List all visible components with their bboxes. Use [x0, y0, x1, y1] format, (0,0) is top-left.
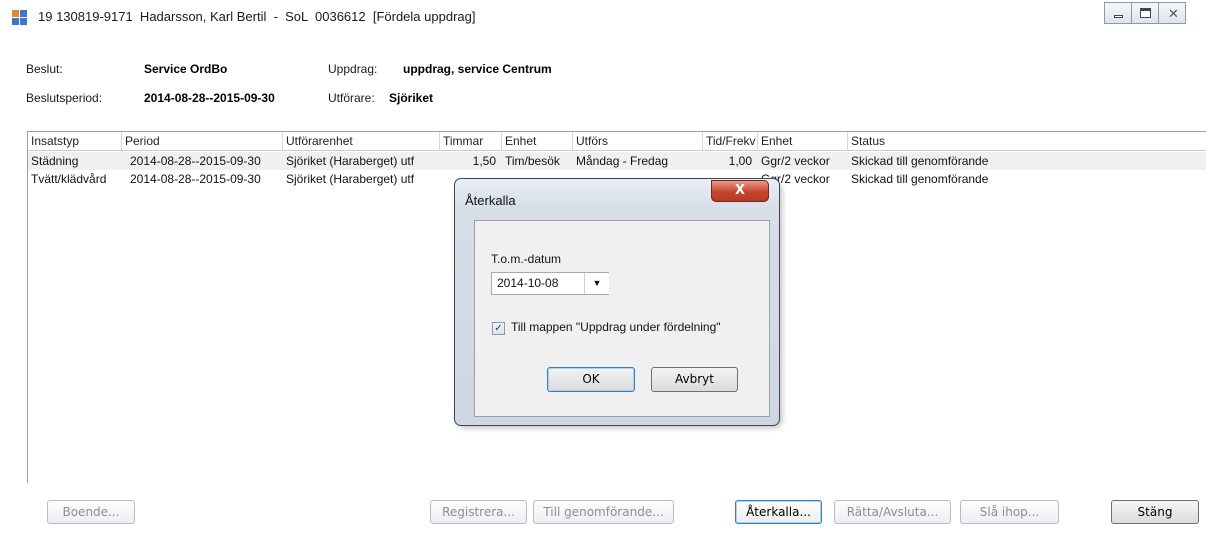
- date-label: T.o.m.-datum: [491, 252, 562, 266]
- sla-ihop-button[interactable]: Slå ihop...: [960, 500, 1059, 524]
- window-title: 19 130819-9171 Hadarsson, Karl Bertil - …: [38, 9, 476, 24]
- table-row[interactable]: Städning 2014-08-28--2015-09-30 Sjöriket…: [28, 152, 1206, 170]
- uppdrag-value: uppdrag, service Centrum: [403, 62, 552, 76]
- decision-info-panel: Beslut: Service OrdBo Uppdrag: uppdrag, …: [0, 36, 1186, 110]
- col-header-status[interactable]: Status: [848, 132, 1206, 151]
- window-controls: ✕: [1104, 2, 1186, 26]
- boende-button[interactable]: Boende...: [47, 500, 135, 524]
- minimize-icon: [1114, 15, 1123, 18]
- col-header-tid-frekv[interactable]: Tid/Frekv: [703, 132, 758, 151]
- beslutsperiod-value: 2014-08-28--2015-09-30: [144, 91, 275, 105]
- maximize-button[interactable]: [1131, 2, 1159, 24]
- stang-button[interactable]: Stäng: [1111, 500, 1199, 524]
- beslut-label: Beslut:: [26, 62, 63, 76]
- registrera-button[interactable]: Registrera...: [430, 500, 527, 524]
- beslut-value: Service OrdBo: [144, 62, 228, 76]
- close-icon: X: [734, 183, 746, 198]
- app-icon: [12, 10, 28, 26]
- cell-enhet: Tim/besök: [505, 154, 560, 168]
- aterkalla-dialog: Återkalla X T.o.m.-datum 2014-10-08 ▼ ✓ …: [454, 178, 780, 426]
- cell-insatstyp: Tvätt/klädvård: [31, 172, 107, 186]
- maximize-icon: [1140, 8, 1151, 18]
- uppdrag-label: Uppdrag:: [328, 62, 378, 76]
- utforare-value: Sjöriket: [389, 91, 434, 105]
- cell-utforarenhet: Sjöriket (Haraberget) utf: [286, 154, 415, 168]
- cell-timmar: 1,50: [472, 154, 496, 168]
- col-header-utforarenhet[interactable]: Utförarenhet: [283, 132, 440, 151]
- grid-header: Insatstyp Period Utförarenhet Timmar Enh…: [28, 132, 1206, 151]
- cell-status: Skickad till genomförande: [851, 172, 989, 186]
- ok-button[interactable]: OK: [547, 367, 635, 392]
- cell-status: Skickad till genomförande: [851, 154, 989, 168]
- date-field[interactable]: 2014-10-08: [497, 276, 558, 290]
- beslutsperiod-label: Beslutsperiod:: [26, 91, 103, 105]
- checkbox-label[interactable]: Till mappen "Uppdrag under fördelning": [511, 320, 721, 334]
- cell-insatstyp: Städning: [31, 154, 79, 168]
- col-header-enhet-2[interactable]: Enhet: [758, 132, 848, 151]
- date-picker[interactable]: 2014-10-08 ▼: [491, 272, 609, 295]
- close-icon: ✕: [1168, 6, 1179, 21]
- col-header-timmar[interactable]: Timmar: [440, 132, 502, 151]
- dialog-body: T.o.m.-datum 2014-10-08 ▼ ✓ Till mappen …: [474, 220, 770, 417]
- minimize-button[interactable]: [1104, 2, 1132, 24]
- dialog-title: Återkalla: [465, 193, 516, 208]
- aterkalla-button[interactable]: Återkalla...: [735, 500, 822, 524]
- avbryt-button[interactable]: Avbryt: [651, 367, 738, 392]
- cell-utforarenhet: Sjöriket (Haraberget) utf: [286, 172, 415, 186]
- cell-period: 2014-08-28--2015-09-30: [130, 154, 261, 168]
- cell-tid-frekv: 1,00: [728, 154, 752, 168]
- cell-utfors: Måndag - Fredag: [576, 154, 669, 168]
- till-genomforande-button[interactable]: Till genomförande...: [533, 500, 674, 524]
- col-header-enhet[interactable]: Enhet: [502, 132, 573, 151]
- till-mappen-checkbox[interactable]: ✓: [492, 322, 505, 335]
- cell-enhet-2: Ggr/2 veckor: [761, 154, 830, 168]
- button-bar: Boende... Registrera... Till genomförand…: [0, 484, 1199, 524]
- col-header-utfors[interactable]: Utförs: [573, 132, 703, 151]
- cell-period: 2014-08-28--2015-09-30: [130, 172, 261, 186]
- dialog-close-button[interactable]: X: [711, 180, 769, 202]
- chevron-down-icon[interactable]: ▼: [584, 273, 609, 294]
- window-title-bar: 19 130819-9171 Hadarsson, Karl Bertil - …: [0, 0, 1206, 36]
- close-window-button[interactable]: ✕: [1158, 2, 1186, 24]
- col-header-insatstyp[interactable]: Insatstyp: [28, 132, 122, 151]
- col-header-period[interactable]: Period: [122, 132, 283, 151]
- utforare-label: Utförare:: [328, 91, 375, 105]
- ratta-avsluta-button[interactable]: Rätta/Avsluta...: [834, 500, 951, 524]
